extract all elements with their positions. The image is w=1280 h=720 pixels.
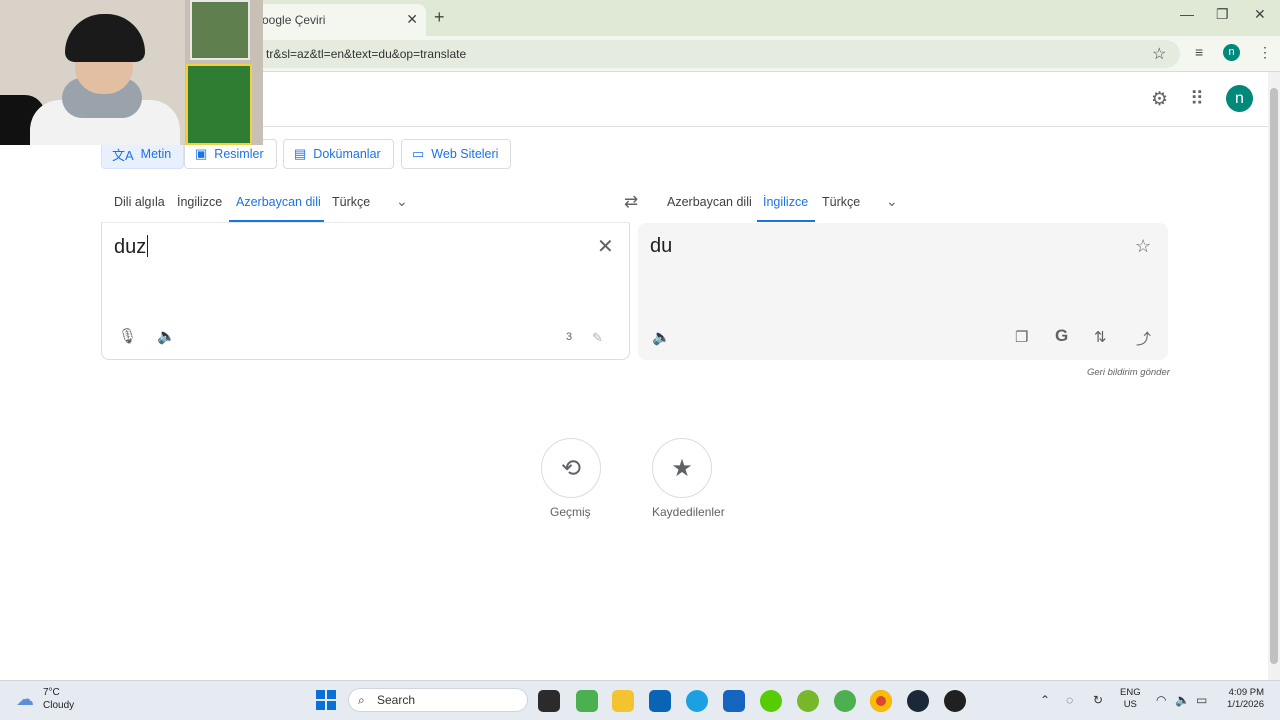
translate-icon: 文A	[112, 147, 134, 163]
saved-button[interactable]: ★	[652, 438, 712, 498]
utorrent-icon[interactable]	[797, 690, 819, 712]
mode-images-label: Resimler	[214, 147, 264, 161]
tab-title: oogle Çeviri	[262, 13, 326, 27]
media-control-icon[interactable]: ≡	[1195, 44, 1203, 60]
save-star-icon[interactable]: ☆	[1135, 236, 1151, 257]
task-view-icon[interactable]	[538, 690, 560, 712]
edge-icon[interactable]	[686, 690, 708, 712]
browser-tab[interactable]: oogle Çeviri ✕	[250, 4, 426, 36]
source-text-input[interactable]: duz	[114, 235, 149, 259]
clock-time: 4:09 PM	[1228, 687, 1264, 698]
outlook-icon[interactable]	[649, 690, 671, 712]
clear-text-icon[interactable]: ✕	[597, 234, 614, 259]
bookmark-star-icon[interactable]: ☆	[1152, 44, 1166, 64]
webcam-overlay	[0, 0, 263, 145]
weather-cloud-icon[interactable]: ☁	[16, 689, 34, 710]
page-scrollbar-thumb[interactable]	[1270, 88, 1278, 664]
swap-languages-icon[interactable]: ⇄	[624, 192, 638, 212]
webcam-poster-card	[186, 64, 252, 145]
steam-icon[interactable]	[907, 690, 929, 712]
mode-documents-label: Dokümanlar	[313, 147, 381, 161]
source-listen-speaker-icon[interactable]: 🔈	[157, 327, 176, 345]
close-window-button[interactable]: ✕	[1254, 6, 1266, 23]
volume-icon[interactable]: 🔈	[1175, 693, 1190, 707]
mode-websites-button[interactable]: ▭ Web Siteleri	[401, 139, 512, 169]
minimize-button[interactable]: —	[1180, 6, 1194, 22]
target-lang-selected-indicator	[757, 220, 815, 222]
duolingo-icon[interactable]	[760, 690, 782, 712]
new-tab-button[interactable]: +	[434, 7, 445, 28]
send-feedback-link[interactable]: Geri bildirim gönder	[1087, 367, 1170, 378]
restore-button[interactable]: ❐	[1216, 6, 1229, 23]
source-lang-english[interactable]: İngilizce	[177, 195, 222, 209]
windows-taskbar	[0, 680, 1280, 720]
webcam-poster-top	[190, 0, 250, 60]
address-bar[interactable]: tr&sl=az&tl=en&text=du&op=translate	[180, 40, 1180, 68]
source-text-panel[interactable]	[101, 223, 630, 360]
microphone-icon[interactable]: 🎙	[118, 327, 137, 345]
chrome-icon[interactable]	[870, 690, 892, 712]
mode-websites-label: Web Siteleri	[431, 147, 499, 161]
website-icon: ▭	[412, 146, 425, 161]
share-icon[interactable]: ⤴	[1136, 328, 1151, 349]
tray-chevron-up-icon[interactable]: ⌃	[1040, 693, 1050, 707]
image-icon: ▣	[195, 146, 208, 161]
source-lang-detect[interactable]: Dili algıla	[114, 195, 165, 209]
copy-icon[interactable]: ❐	[1015, 328, 1028, 346]
widgets-app-icon[interactable]	[576, 690, 598, 712]
wifi-icon[interactable]: ◠	[1156, 693, 1166, 707]
text-caret	[147, 235, 149, 257]
utorrent-web-icon[interactable]	[834, 690, 856, 712]
mode-documents-button[interactable]: ▤ Dokümanlar	[283, 139, 394, 169]
target-lang-more-chevron-icon[interactable]: ⌄	[886, 193, 898, 210]
target-lang-english[interactable]: İngilizce	[763, 195, 808, 209]
weather-temperature[interactable]: 7°C	[43, 687, 60, 698]
tab-close-icon[interactable]: ✕	[406, 11, 418, 28]
tray-sync-icon[interactable]: ↻	[1093, 693, 1103, 707]
store-icon[interactable]	[723, 690, 745, 712]
history-label: Geçmiş	[550, 505, 591, 519]
target-lang-azerbaijani[interactable]: Azerbaycan dili	[667, 195, 752, 209]
tray-app-icon[interactable]: ◌	[1066, 693, 1073, 707]
file-explorer-icon[interactable]	[612, 690, 634, 712]
saved-star-icon: ★	[671, 454, 693, 482]
taskbar-search-box[interactable]: ⌕ Search	[348, 688, 528, 712]
clock-date: 1/1/2026	[1227, 699, 1264, 710]
weather-condition[interactable]: Cloudy	[43, 700, 74, 711]
input-language-code: ENG	[1120, 687, 1141, 698]
battery-icon[interactable]: ▭	[1196, 693, 1207, 707]
taskbar-search-icon: ⌕	[358, 693, 365, 707]
taskbar-search-label: Search	[377, 693, 416, 707]
target-listen-speaker-icon[interactable]: 🔈	[652, 328, 671, 346]
handwriting-pencil-icon[interactable]: ✎	[592, 330, 603, 346]
windows-start-icon[interactable]	[316, 690, 336, 710]
translation-output: du	[650, 235, 673, 257]
source-lang-selected-indicator	[229, 220, 324, 222]
document-icon: ▤	[294, 146, 307, 161]
input-language-indicator[interactable]: ENG US	[1120, 687, 1141, 711]
source-lang-turkish[interactable]: Türkçe	[332, 195, 370, 209]
apps-grid-icon[interactable]: ⠿	[1190, 88, 1204, 111]
source-text-value: duz	[114, 236, 147, 258]
source-lang-more-chevron-icon[interactable]: ⌄	[396, 193, 408, 210]
history-icon: ⟲	[560, 454, 582, 482]
target-lang-turkish[interactable]: Türkçe	[822, 195, 860, 209]
saved-label: Kaydedilenler	[652, 505, 725, 519]
settings-gear-icon[interactable]: ⚙	[1151, 88, 1168, 111]
history-button[interactable]: ⟲	[541, 438, 601, 498]
mode-text-label: Metin	[140, 147, 172, 161]
browser-profile-avatar[interactable]: n	[1223, 44, 1240, 61]
google-search-icon[interactable]: G	[1055, 326, 1068, 346]
obs-icon[interactable]	[944, 690, 966, 712]
target-text-panel	[638, 223, 1168, 360]
input-language-region: US	[1123, 699, 1137, 710]
account-avatar[interactable]: n	[1226, 85, 1253, 112]
rate-translation-icon[interactable]: ⇅	[1094, 328, 1107, 346]
character-count: 3	[566, 331, 573, 343]
source-lang-azerbaijani[interactable]: Azerbaycan dili	[236, 195, 321, 209]
browser-menu-icon[interactable]: ⋮	[1258, 44, 1272, 61]
system-clock[interactable]: 4:09 PM 1/1/2026	[1220, 687, 1264, 711]
